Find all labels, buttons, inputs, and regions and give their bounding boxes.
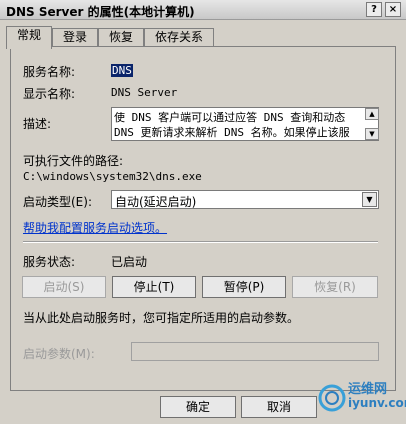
separator	[23, 241, 378, 243]
scroll-up-icon[interactable]: ▲	[365, 108, 379, 120]
stop-button[interactable]: 停止(T)	[112, 276, 196, 298]
startup-type-value: 自动(延迟启动)	[115, 195, 197, 209]
help-config-link[interactable]: 帮助我配置服务启动选项。	[23, 219, 167, 236]
start-params-input[interactable]	[131, 342, 379, 361]
pause-button[interactable]: 暂停(P)	[202, 276, 286, 298]
service-status-label: 服务状态:	[23, 255, 76, 269]
window-title: DNS Server 的属性(本地计算机)	[6, 5, 195, 19]
description-label: 描述:	[23, 117, 52, 131]
scroll-down-icon[interactable]: ▼	[365, 128, 379, 140]
tab-dependencies[interactable]: 依存关系	[144, 28, 214, 47]
service-name-value[interactable]: DNS	[111, 64, 133, 77]
close-button[interactable]: ×	[385, 2, 401, 17]
exec-path-label: 可执行文件的路径:	[23, 154, 124, 168]
watermark-line-2: iyunv.com	[348, 396, 406, 410]
ok-button[interactable]: 确定	[160, 396, 236, 418]
tab-general[interactable]: 常规	[6, 26, 52, 49]
help-button[interactable]: ?	[366, 2, 382, 17]
display-name-label: 显示名称:	[23, 87, 76, 101]
startup-type-label: 启动类型(E):	[23, 195, 92, 209]
startup-type-select[interactable]: 自动(延迟启动) ▼	[111, 190, 379, 209]
description-box[interactable]: 使 DNS 客户端可以通过应答 DNS 查询和动态 DNS 更新请求来解析 DN…	[111, 107, 379, 141]
start-hint-text: 当从此处启动服务时，您可指定所适用的启动参数。	[23, 311, 300, 325]
cancel-button[interactable]: 取消	[241, 396, 317, 418]
display-name-value[interactable]: DNS Server	[111, 86, 177, 99]
tab-logon[interactable]: 登录	[52, 28, 98, 47]
title-bar: DNS Server 的属性(本地计算机) ? ×	[0, 0, 406, 20]
resume-button[interactable]: 恢复(R)	[292, 276, 378, 298]
chevron-down-icon[interactable]: ▼	[362, 192, 377, 207]
general-panel: 服务名称: DNS 显示名称: DNS Server 描述: 使 DNS 客户端…	[10, 46, 396, 391]
service-name-text: DNS	[111, 64, 133, 77]
description-line-1: 使 DNS 客户端可以通过应答 DNS 查询和动态	[114, 111, 346, 124]
description-line-2: DNS 更新请求来解析 DNS 名称。如果停止该服	[114, 126, 350, 139]
watermark-line-1: 运维网	[348, 382, 388, 397]
service-status-value: 已启动	[111, 255, 148, 269]
exec-path-value[interactable]: C:\windows\system32\dns.exe	[23, 170, 202, 183]
start-button[interactable]: 启动(S)	[22, 276, 106, 298]
watermark-logo: 运维网 iyunv.com	[318, 374, 406, 420]
tab-recovery[interactable]: 恢复	[98, 28, 144, 47]
service-name-label: 服务名称:	[23, 65, 76, 79]
start-params-label: 启动参数(M):	[23, 347, 95, 361]
